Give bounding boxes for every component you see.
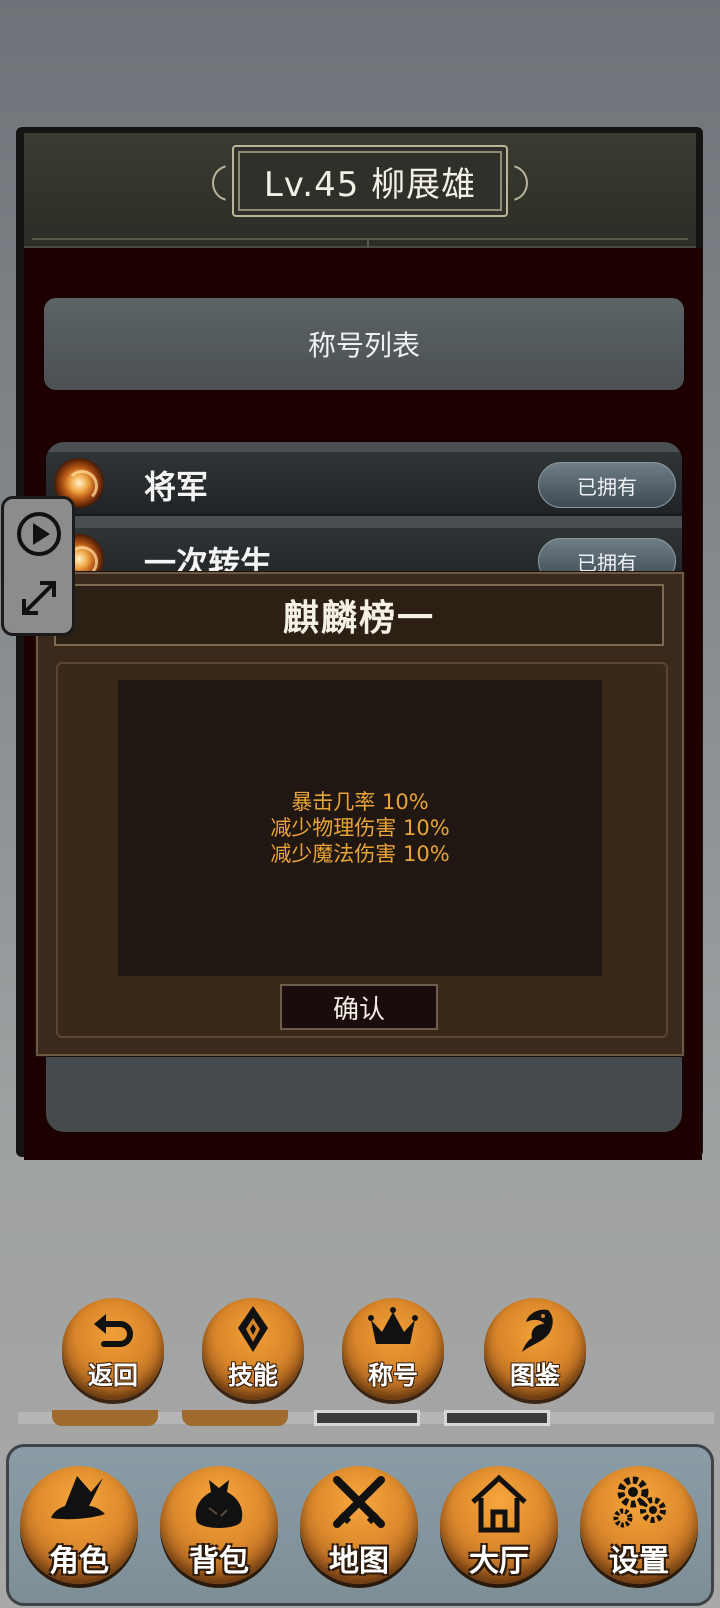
shelf-tab	[314, 1410, 420, 1426]
owned-status-button[interactable]: 已拥有	[538, 462, 676, 508]
sub-menu-label: 技能	[227, 1361, 278, 1390]
skill-button[interactable]: 技能	[202, 1298, 304, 1400]
play-icon[interactable]	[14, 509, 64, 559]
return-button[interactable]: 返回	[62, 1298, 164, 1400]
title-row[interactable]: 将军 已拥有	[46, 452, 682, 516]
return-icon	[94, 1314, 133, 1347]
title-name: 将军	[144, 468, 209, 506]
expand-icon[interactable]	[14, 573, 64, 623]
sub-menu-label: 图鉴	[509, 1361, 560, 1390]
character-level-name: Lv.45 柳展雄	[263, 164, 477, 205]
nav-label: 地图	[329, 1544, 389, 1579]
attribute-line: 暴击几率 10%	[291, 790, 429, 814]
wizard-hat-icon	[51, 1476, 105, 1520]
attribute-line: 减少魔法伤害 10%	[270, 842, 450, 866]
crossed-swords-icon	[333, 1476, 385, 1528]
nav-label: 设置	[609, 1544, 669, 1579]
skill-icon	[238, 1306, 268, 1352]
modal-title: 麒麟榜一	[54, 584, 664, 646]
crown-icon	[368, 1307, 418, 1344]
sub-menu-label: 称号	[367, 1361, 418, 1390]
modal-inner-frame: 暴击几率 10% 减少物理伤害 10% 减少魔法伤害 10% 确认	[56, 662, 668, 1038]
floating-tool-panel	[1, 496, 75, 636]
shelf-tab	[52, 1410, 158, 1426]
attribute-line: 减少物理伤害 10%	[270, 816, 450, 840]
nav-lobby-button[interactable]: 大厅	[440, 1466, 558, 1584]
nav-settings-button[interactable]: 设置	[580, 1466, 698, 1584]
bag-icon	[195, 1480, 243, 1528]
title-detail-modal: 麒麟榜一 暴击几率 10% 减少物理伤害 10% 减少魔法伤害 10% 确认	[36, 572, 684, 1056]
nav-label: 大厅	[469, 1544, 529, 1579]
nav-label: 背包	[189, 1544, 249, 1579]
attribute-list: 暴击几率 10% 减少物理伤害 10% 减少魔法伤害 10%	[118, 680, 602, 976]
house-icon	[471, 1474, 527, 1533]
dragon-icon	[522, 1309, 553, 1352]
gears-icon	[613, 1476, 666, 1528]
header-tab-strip	[32, 238, 688, 250]
confirm-button[interactable]: 确认	[280, 984, 438, 1030]
nav-map-button[interactable]: 地图	[300, 1466, 418, 1584]
character-title-plate: Lv.45 柳展雄	[212, 145, 528, 217]
codex-button[interactable]: 图鉴	[484, 1298, 586, 1400]
title-button[interactable]: 称号	[342, 1298, 444, 1400]
shelf-tab	[444, 1410, 550, 1426]
title-list-header: 称号列表	[44, 298, 684, 390]
sub-menu-label: 返回	[87, 1361, 138, 1390]
nav-character-button[interactable]: 角色	[20, 1466, 138, 1584]
nav-label: 角色	[49, 1544, 109, 1579]
shelf-tab	[182, 1410, 288, 1426]
nav-bag-button[interactable]: 背包	[160, 1466, 278, 1584]
